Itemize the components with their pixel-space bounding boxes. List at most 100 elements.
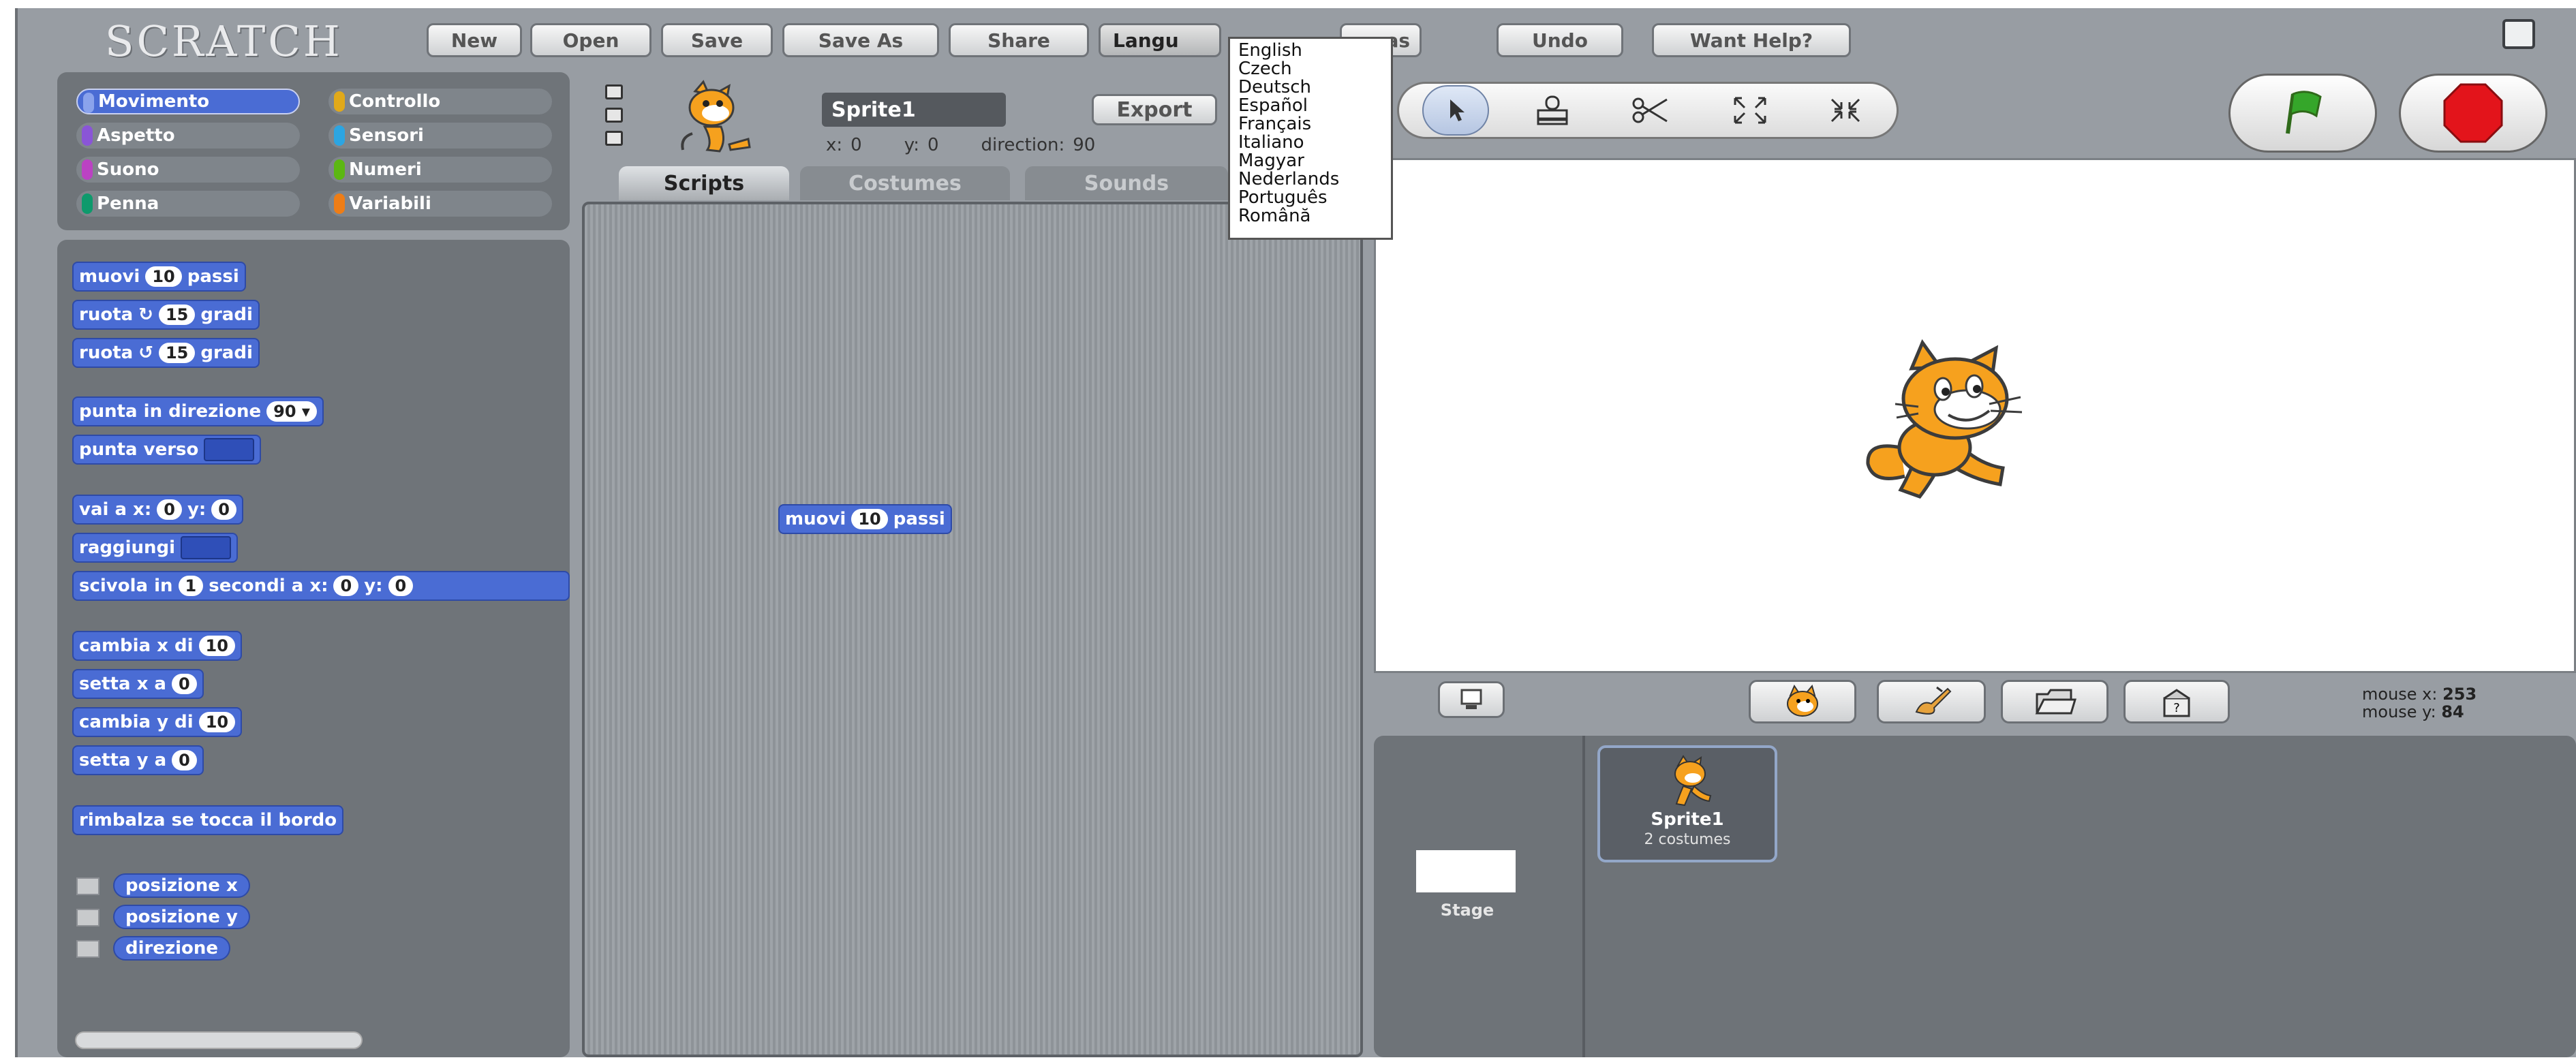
language-option[interactable]: Nederlands [1238, 170, 1383, 189]
scratch-window: SCRATCH New Open Save Save As Share Lang… [15, 8, 2576, 1057]
language-option[interactable]: Français [1238, 115, 1383, 134]
script-block-move-steps[interactable]: muovi 10 passi [778, 504, 952, 534]
x-input[interactable]: 0 [157, 499, 182, 520]
category-color-swatch [82, 159, 93, 180]
category-penna[interactable]: Penna [76, 191, 300, 217]
sprite-cat-thumbnail-icon [1674, 755, 1712, 807]
language-option[interactable]: Czech [1238, 60, 1383, 78]
value-input[interactable]: 0 [172, 750, 197, 770]
show-variable-checkbox[interactable] [76, 909, 99, 926]
language-option[interactable]: Română [1238, 207, 1383, 225]
category-color-swatch [334, 159, 345, 180]
language-option[interactable]: Magyar [1238, 152, 1383, 170]
palette-scrollbar[interactable] [75, 1031, 363, 1049]
stage-thumbnail[interactable] [1416, 850, 1516, 892]
sprite-cat-on-stage[interactable] [1853, 339, 2071, 509]
stage-view-button[interactable] [1438, 681, 1505, 718]
green-flag-button[interactable] [2228, 74, 2377, 153]
rotation-style-none-icon[interactable] [605, 131, 623, 146]
block-move-steps[interactable]: muovi 10 passi [72, 262, 246, 292]
open-button[interactable]: Open [530, 23, 651, 57]
paint-new-sprite-button[interactable] [1877, 680, 1986, 723]
category-color-swatch [334, 125, 345, 146]
category-controllo[interactable]: Controllo [328, 89, 552, 114]
block-turn-right[interactable]: ruota ↻ 15 gradi [72, 300, 260, 330]
block-set-x[interactable]: setta x a0 [72, 669, 204, 699]
direction-dropdown[interactable]: 90 ▾ [266, 401, 317, 422]
degrees-input[interactable]: 15 [158, 305, 196, 325]
want-help-button[interactable]: Want Help? [1652, 23, 1851, 57]
block-point-direction[interactable]: punta in direzione 90 ▾ [72, 396, 324, 426]
presentation-mode-icon[interactable] [2502, 19, 2535, 49]
rotate-left-icon: ↺ [138, 343, 153, 363]
tab-costumes[interactable]: Costumes [800, 166, 1010, 200]
stage[interactable] [1374, 158, 2576, 673]
export-button[interactable]: Export [1092, 94, 1217, 125]
language-button[interactable]: Langu [1099, 23, 1221, 57]
language-option[interactable]: Italiano [1238, 134, 1383, 152]
block-goto[interactable]: raggiungi [72, 533, 239, 563]
shrink-icon[interactable] [1812, 85, 1879, 136]
grow-icon[interactable] [1717, 85, 1783, 136]
value-input[interactable]: 0 [171, 674, 197, 694]
language-option[interactable]: Español [1238, 97, 1383, 115]
block-bounce[interactable]: rimbalza se tocca il bordo [72, 805, 344, 835]
sprite-tile-costume-count: 2 costumes [1644, 831, 1731, 848]
undo-button[interactable]: Undo [1497, 23, 1623, 57]
category-numeri[interactable]: Numeri [328, 157, 552, 183]
category-color-swatch [334, 91, 345, 112]
save-as-button[interactable]: Save As [782, 23, 939, 57]
value-input[interactable]: 10 [198, 636, 235, 656]
category-movimento[interactable]: Movimento [76, 89, 300, 114]
duplicate-stamp-icon[interactable] [1519, 85, 1586, 136]
language-option[interactable]: Deutsch [1238, 78, 1383, 97]
category-suono[interactable]: Suono [76, 157, 300, 183]
y-input[interactable]: 0 [211, 499, 236, 520]
choose-sprite-from-file-button[interactable] [2001, 680, 2109, 723]
steps-input[interactable]: 10 [851, 509, 888, 529]
stop-button[interactable] [2399, 74, 2547, 153]
scripts-area[interactable]: muovi 10 passi [582, 202, 1363, 1057]
reporter-y-position[interactable]: posizione y [113, 905, 250, 929]
category-sensori[interactable]: Sensori [328, 123, 552, 149]
sprite-tile-sprite1[interactable]: Sprite1 2 costumes [1597, 745, 1777, 862]
block-goto-xy[interactable]: vai a x: 0 y: 0 [72, 495, 243, 525]
block-point-towards[interactable]: punta verso [72, 435, 262, 465]
save-button[interactable]: Save [661, 23, 773, 57]
block-glide[interactable]: scivola in 1 secondi a x: 0 y: 0 [72, 571, 570, 601]
block-change-y[interactable]: cambia y di 10 [72, 707, 243, 737]
steps-input[interactable]: 10 [145, 266, 182, 287]
choose-new-sprite-button[interactable] [1749, 680, 1856, 723]
reporter-direction[interactable]: direzione [113, 936, 231, 961]
target-dropdown[interactable] [181, 536, 232, 559]
arrow-pointer-icon[interactable] [1422, 85, 1489, 136]
category-color-swatch [82, 193, 93, 214]
seconds-input[interactable]: 1 [178, 576, 204, 596]
block-set-y[interactable]: setta y a0 [72, 745, 204, 775]
show-variable-checkbox[interactable] [76, 877, 99, 895]
x-input[interactable]: 0 [333, 576, 359, 596]
block-change-x[interactable]: cambia x di 10 [72, 631, 242, 661]
random-sprite-button[interactable]: ? [2123, 680, 2230, 723]
rotation-style-rotate-icon[interactable] [605, 84, 623, 99]
cat-face-icon [1787, 685, 1818, 717]
y-input[interactable]: 0 [388, 576, 414, 596]
tab-scripts[interactable]: Scripts [619, 166, 789, 200]
language-option[interactable]: Português [1238, 189, 1383, 207]
category-variabili[interactable]: Variabili [328, 191, 552, 217]
show-variable-checkbox[interactable] [76, 940, 99, 958]
target-dropdown[interactable] [204, 438, 255, 461]
reporter-x-position[interactable]: posizione x [113, 873, 250, 898]
language-option[interactable]: English [1238, 42, 1383, 60]
new-button[interactable]: New [427, 23, 522, 57]
value-input[interactable]: 10 [198, 712, 236, 732]
tab-sounds[interactable]: Sounds [1025, 166, 1228, 200]
sprite-name-field[interactable]: Sprite1 [822, 93, 1006, 127]
scratch-logo: SCRATCH [105, 16, 343, 66]
degrees-input[interactable]: 15 [158, 343, 196, 363]
rotation-style-flip-icon[interactable] [605, 108, 623, 123]
block-turn-left[interactable]: ruota ↺ 15 gradi [72, 338, 260, 368]
category-aspetto[interactable]: Aspetto [76, 123, 300, 149]
delete-scissors-icon[interactable] [1617, 85, 1684, 136]
share-button[interactable]: Share [949, 23, 1089, 57]
